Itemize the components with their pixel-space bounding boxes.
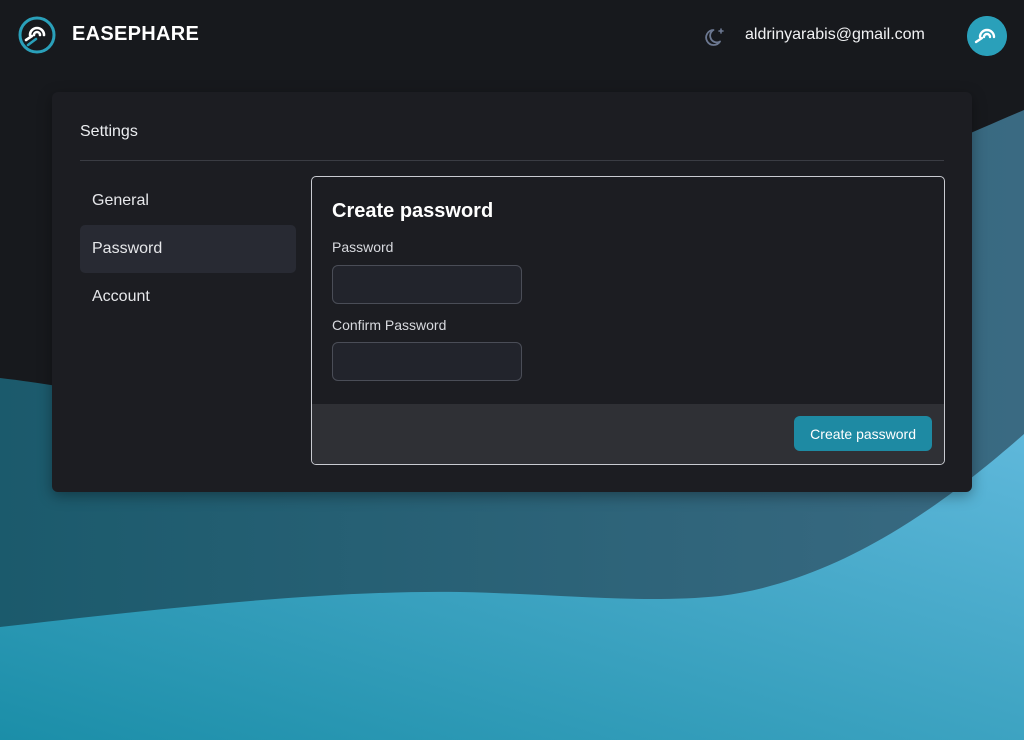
sidebar-item-general[interactable]: General <box>80 177 296 225</box>
user-avatar[interactable] <box>967 16 1007 56</box>
settings-sidebar: General Password Account <box>80 177 296 321</box>
confirm-password-input[interactable] <box>332 342 522 381</box>
password-input[interactable] <box>332 265 522 304</box>
create-password-panel: Create password Password Confirm Passwor… <box>311 176 945 465</box>
settings-card: Settings General Password Account Create… <box>52 92 972 492</box>
panel-footer: Create password <box>312 404 944 464</box>
user-email: aldrinyarabis@gmail.com <box>745 26 925 43</box>
sidebar-item-password[interactable]: Password <box>80 225 296 273</box>
settings-divider <box>80 160 944 161</box>
create-password-button[interactable]: Create password <box>794 416 932 451</box>
sidebar-item-account[interactable]: Account <box>80 273 296 321</box>
settings-title: Settings <box>80 123 138 140</box>
confirm-password-label: Confirm Password <box>332 317 447 333</box>
moon-star-icon[interactable] <box>705 26 727 48</box>
easephare-logo-icon[interactable] <box>18 16 56 54</box>
password-label: Password <box>332 239 394 255</box>
brand-name: EASEPHARE <box>72 23 200 45</box>
panel-title: Create password <box>332 200 494 222</box>
top-header: EASEPHARE aldrinyarabis@gmail.com <box>0 0 1024 72</box>
